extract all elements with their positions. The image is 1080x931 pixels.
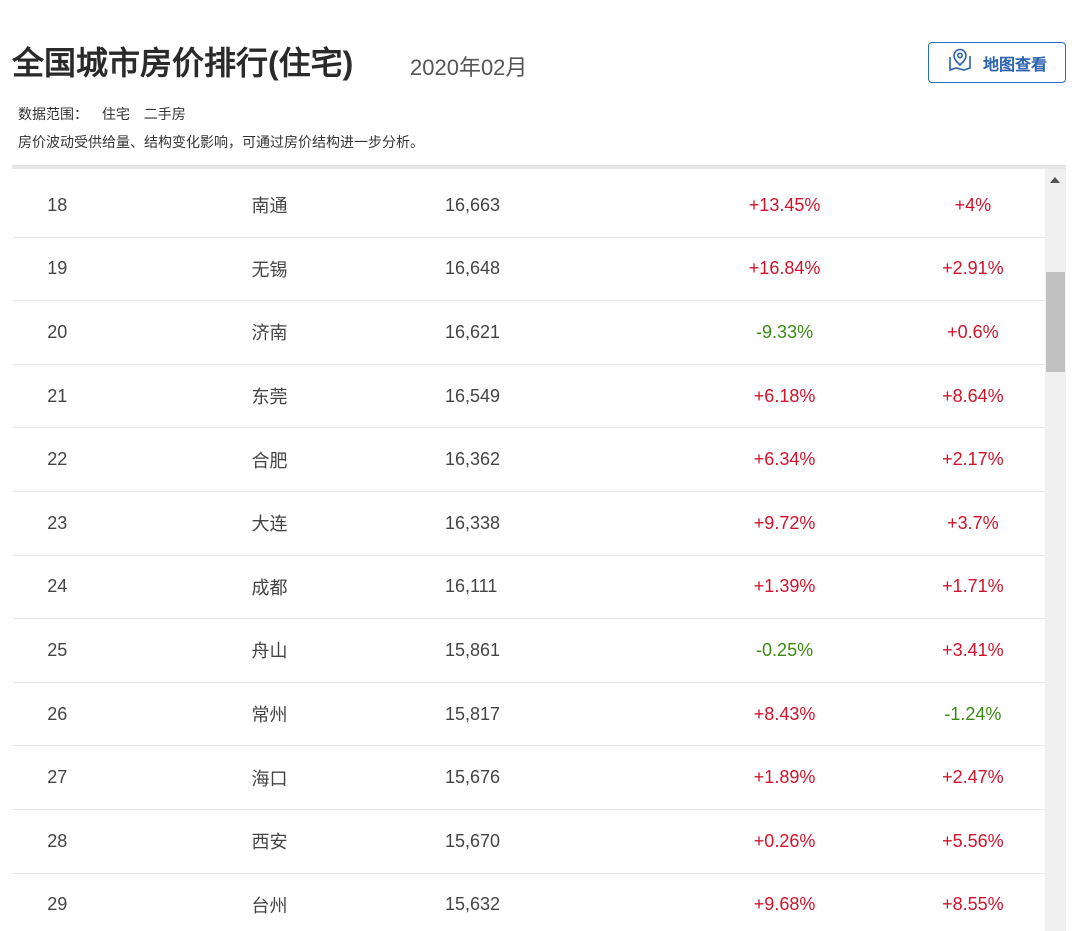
table-row[interactable]: 19 无锡 16,648 +16.84% +2.91% xyxy=(13,238,1045,302)
table-row[interactable]: 18 南通 16,663 +13.45% +4% xyxy=(13,174,1045,238)
divider xyxy=(12,165,1066,169)
table-row[interactable]: 24 成都 16,111 +1.39% +1.71% xyxy=(13,556,1045,620)
scrollbar-thumb[interactable] xyxy=(1046,272,1065,372)
yoy-change-cell: +6.18% xyxy=(753,385,816,406)
yoy-change-cell: +6.34% xyxy=(753,449,816,470)
city-cell: 无锡 xyxy=(251,259,288,280)
price-cell: 16,549 xyxy=(444,385,501,406)
rank-cell: 20 xyxy=(47,321,68,342)
map-pin-icon xyxy=(947,48,973,77)
scope-type: 住宅 xyxy=(101,106,130,122)
scope-label: 数据范围： xyxy=(18,106,88,122)
yoy-change-cell: -9.33% xyxy=(756,321,814,342)
price-cell: 16,663 xyxy=(444,194,501,215)
rank-cell: 19 xyxy=(47,258,68,279)
rank-cell: 27 xyxy=(47,767,68,788)
yoy-change-cell: +0.26% xyxy=(753,830,816,851)
rank-cell: 29 xyxy=(47,894,68,915)
price-cell: 15,632 xyxy=(444,894,501,915)
city-cell: 常州 xyxy=(251,705,288,726)
rank-cell: 26 xyxy=(47,703,68,724)
city-cell: 大连 xyxy=(251,514,288,535)
table-row[interactable]: 22 合肥 16,362 +6.34% +2.17% xyxy=(13,428,1045,492)
table-row[interactable]: 20 济南 16,621 -9.33% +0.6% xyxy=(13,301,1045,365)
scope-market: 二手房 xyxy=(143,106,186,122)
price-cell: 16,648 xyxy=(444,258,501,279)
mom-change-cell: +8.55% xyxy=(942,894,1004,915)
table-row[interactable]: 21 东莞 16,549 +6.18% +8.64% xyxy=(13,365,1045,429)
map-view-button[interactable]: 地图查看 xyxy=(928,42,1066,83)
mom-change-cell: +2.17% xyxy=(942,449,1004,470)
table-row[interactable]: 26 常州 15,817 +8.43% -1.24% xyxy=(13,683,1045,747)
yoy-change-cell: +8.43% xyxy=(753,703,816,724)
mom-change-cell: +4% xyxy=(954,194,992,215)
rank-cell: 18 xyxy=(47,194,68,215)
mom-change-cell: +5.56% xyxy=(942,830,1004,851)
price-cell: 16,338 xyxy=(444,512,501,533)
yoy-change-cell: +1.39% xyxy=(753,576,816,597)
page-title: 全国城市房价排行(住宅) xyxy=(12,45,354,81)
rank-cell: 21 xyxy=(47,385,68,406)
yoy-change-cell: +1.89% xyxy=(753,767,816,788)
mom-change-cell: +3.7% xyxy=(947,512,999,533)
price-cell: 15,670 xyxy=(444,830,501,851)
table-row[interactable]: 23 大连 16,338 +9.72% +3.7% xyxy=(13,492,1045,556)
mom-change-cell: +2.91% xyxy=(942,258,1004,279)
mom-change-cell: +3.41% xyxy=(942,639,1004,660)
table-row[interactable]: 25 舟山 15,861 -0.25% +3.41% xyxy=(13,619,1045,683)
price-cell: 16,621 xyxy=(444,321,501,342)
ranking-table: 18 南通 16,663 +13.45% +4% 19 无锡 16,648 +16.84% +2.… xyxy=(13,174,1045,931)
table-row[interactable]: 27 海口 15,676 +1.89% +2.47% xyxy=(13,746,1045,810)
city-cell: 济南 xyxy=(251,323,288,344)
city-cell: 海口 xyxy=(251,768,288,789)
city-cell: 南通 xyxy=(251,196,288,217)
yoy-change-cell: -0.25% xyxy=(756,639,814,660)
mom-change-cell: +8.64% xyxy=(942,385,1004,406)
city-cell: 成都 xyxy=(251,577,288,598)
note-text: 房价波动受供给量、结构变化影响，可通过房价结构进一步分析。 xyxy=(18,134,424,150)
rank-cell: 25 xyxy=(47,639,68,660)
data-scope: 数据范围： 住宅 二手房 xyxy=(18,104,196,124)
city-cell: 西安 xyxy=(251,832,288,853)
mom-change-cell: -1.24% xyxy=(944,703,1002,724)
price-cell: 15,817 xyxy=(444,703,501,724)
city-cell: 台州 xyxy=(251,895,288,916)
scrollbar[interactable] xyxy=(1045,169,1066,931)
scroll-up-icon[interactable] xyxy=(1050,177,1060,183)
rank-cell: 23 xyxy=(47,512,68,533)
date-label: 2020年02月 xyxy=(410,55,528,80)
rank-cell: 28 xyxy=(47,830,68,851)
mom-change-cell: +1.71% xyxy=(942,576,1004,597)
rank-cell: 24 xyxy=(47,576,68,597)
mom-change-cell: +0.6% xyxy=(947,321,999,342)
yoy-change-cell: +9.72% xyxy=(753,512,816,533)
table-row[interactable]: 29 台州 15,632 +9.68% +8.55% xyxy=(13,874,1045,931)
map-view-label: 地图查看 xyxy=(982,56,1047,74)
yoy-change-cell: +13.45% xyxy=(748,194,821,215)
price-cell: 15,676 xyxy=(444,767,501,788)
yoy-change-cell: +9.68% xyxy=(753,894,816,915)
city-cell: 东莞 xyxy=(251,387,288,408)
city-cell: 合肥 xyxy=(251,450,288,471)
price-cell: 16,111 xyxy=(444,576,498,597)
yoy-change-cell: +16.84% xyxy=(748,258,821,279)
price-cell: 15,861 xyxy=(444,639,501,660)
rank-cell: 22 xyxy=(47,449,68,470)
city-cell: 舟山 xyxy=(251,641,288,662)
table-row[interactable]: 28 西安 15,670 +0.26% +5.56% xyxy=(13,810,1045,874)
mom-change-cell: +2.47% xyxy=(942,767,1004,788)
price-cell: 16,362 xyxy=(444,449,501,470)
